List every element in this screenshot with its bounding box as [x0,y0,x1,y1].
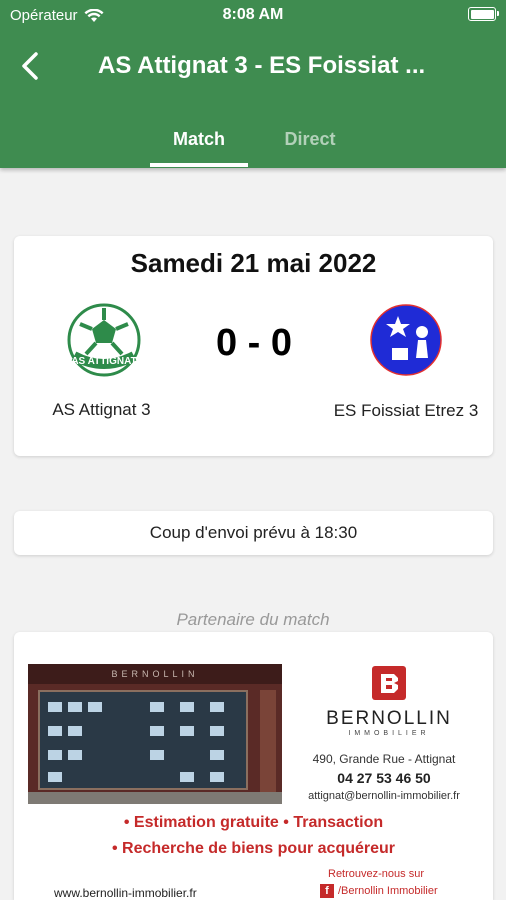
partner-brand-sub: IMMOBILIER [348,730,430,737]
back-arrow-icon[interactable] [16,50,48,82]
partner-services-line1: • Estimation gratuite • Transaction [123,814,384,831]
match-date: Samedi 21 mai 2022 [130,248,377,278]
status-bar: Opérateur 8:08 AM [0,0,506,30]
agency-storefront-image: BERNOLLIN [28,664,282,804]
partner-address: 490, Grande Rue - Attignat [312,752,456,766]
partner-email: attignat@bernollin-immobilier.fr [308,790,460,802]
kickoff-card: Coup d'envoi prévu à 18:30 [14,511,493,555]
away-team-logo [370,304,442,376]
partner-services-line2: • Recherche de biens pour acquéreur [111,840,396,857]
kickoff-time: Coup d'envoi prévu à 18:30 [149,523,358,542]
shop-door [260,690,276,800]
shop-ground [28,792,282,804]
tab-match[interactable]: Match [150,129,248,150]
status-time: 8:08 AM [222,6,284,23]
partner-facebook-page: /Bernollin Immobilier [338,885,438,897]
bernollin-logo-icon [372,666,406,700]
tab-direct[interactable]: Direct [262,129,358,150]
page-title: AS Attignat 3 - ES Foissiat ... [98,52,426,79]
shop-window [38,690,248,790]
partner-facebook-text: Retrouvez-nous sur [328,868,424,880]
match-card: Samedi 21 mai 2022 AS ATTIGNAT 0 - 0 AS … [14,236,493,456]
partner-ad[interactable]: BERNOLLIN BERNOLLIN IMMOBILIER 490, Gran… [14,632,493,900]
partner-phone: 04 27 53 46 50 [337,770,431,786]
shop-sign: BERNOLLIN [28,664,282,684]
app-header: Opérateur 8:08 AM AS Attignat 3 - ES Foi… [0,0,506,168]
active-tab-indicator [150,163,248,167]
away-team-name: ES Foissiat Etrez 3 [333,401,479,420]
match-score: 0 - 0 [215,322,293,364]
partner-website: www.bernollin-immobilier.fr [54,886,197,900]
battery-icon [468,7,499,21]
home-team-logo: AS ATTIGNAT [67,303,141,377]
home-logo-text: AS ATTIGNAT [71,356,136,367]
partner-brand-name: BERNOLLIN [326,708,452,729]
facebook-icon: f [320,884,334,898]
home-team-name: AS Attignat 3 [52,400,151,419]
partner-label: Partenaire du match [176,610,330,629]
